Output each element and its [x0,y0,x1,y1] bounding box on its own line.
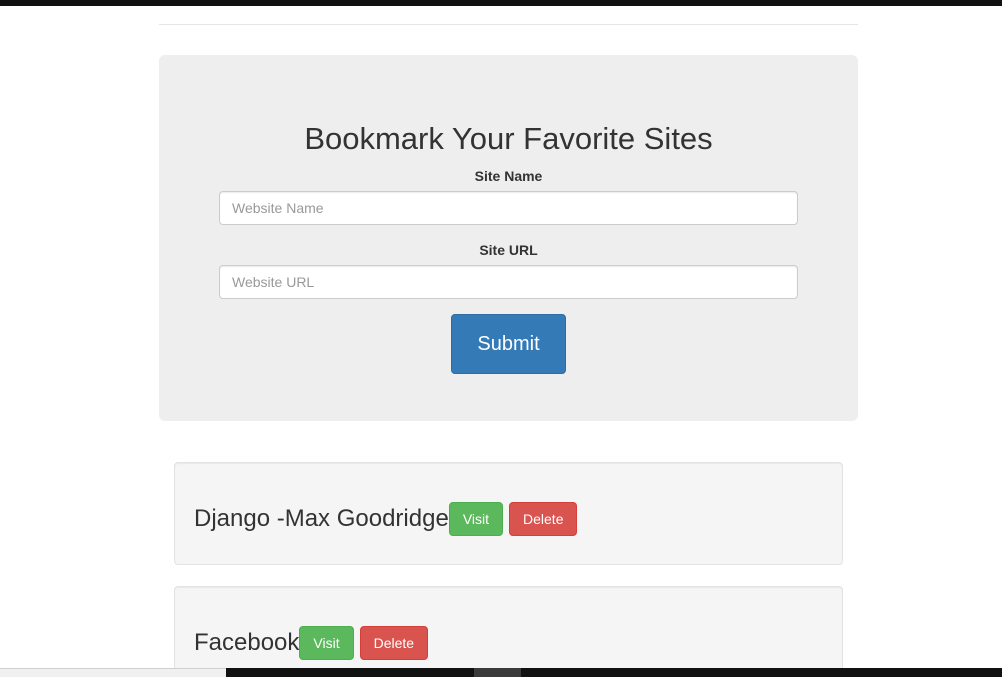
site-name-label: Site Name [474,168,543,184]
submit-button[interactable]: Submit [451,314,566,374]
site-name-input[interactable] [219,191,798,225]
delete-button[interactable]: Delete [509,502,578,536]
taskbar-active-item[interactable] [474,668,521,677]
bookmark-card: Facebook Visit Delete [174,586,843,677]
bookmark-name: Facebook [194,629,300,656]
browser-top-strip [0,0,1002,6]
bookmark-row: Facebook Visit Delete [194,626,429,660]
bookmark-row: Django -Max Goodridge Visit Delete [194,502,578,536]
delete-button[interactable]: Delete [359,626,429,660]
status-bar [0,668,226,677]
visit-button[interactable]: Visit [299,626,354,660]
bookmark-name: Django -Max Goodridge [194,505,449,532]
site-url-input[interactable] [219,265,798,299]
page-title: Bookmark Your Favorite Sites [304,121,713,156]
visit-button[interactable]: Visit [448,502,504,536]
taskbar [226,668,1002,677]
bookmark-card: Django -Max Goodridge Visit Delete [174,462,843,565]
header-divider [159,24,858,25]
site-url-label: Site URL [479,242,538,258]
